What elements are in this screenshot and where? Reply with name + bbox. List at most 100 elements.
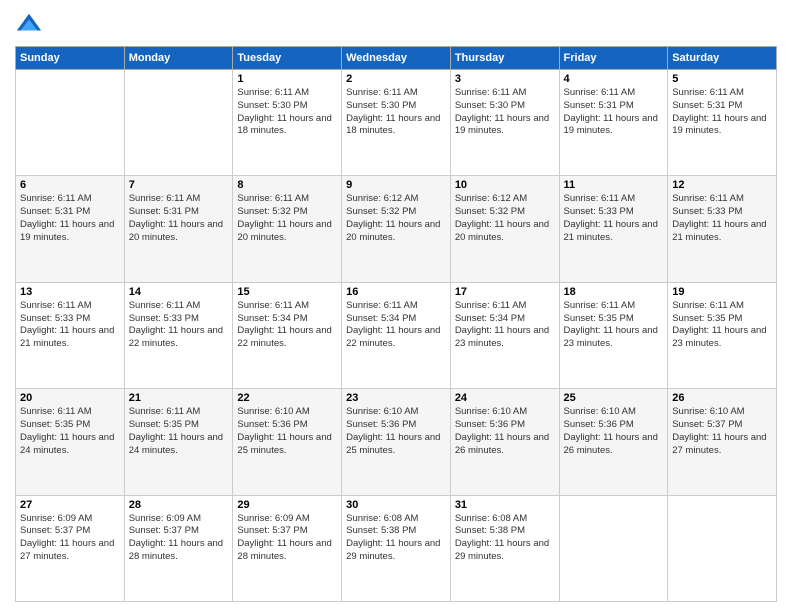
day-number: 3 bbox=[455, 73, 555, 85]
day-info: Sunrise: 6:11 AM Sunset: 5:30 PM Dayligh… bbox=[346, 87, 446, 138]
day-cell: 18 Sunrise: 6:11 AM Sunset: 5:35 PM Dayl… bbox=[559, 282, 668, 388]
day-info: Sunrise: 6:08 AM Sunset: 5:38 PM Dayligh… bbox=[455, 513, 555, 564]
sunset-text: Sunset: 5:32 PM bbox=[237, 206, 307, 217]
day-number: 1 bbox=[237, 73, 337, 85]
sunset-text: Sunset: 5:30 PM bbox=[237, 100, 307, 111]
sunset-text: Sunset: 5:38 PM bbox=[455, 525, 525, 536]
day-info: Sunrise: 6:11 AM Sunset: 5:34 PM Dayligh… bbox=[237, 300, 337, 351]
daylight-text: Daylight: 11 hours and 29 minutes. bbox=[346, 538, 440, 562]
sunrise-text: Sunrise: 6:11 AM bbox=[672, 300, 744, 311]
sunrise-text: Sunrise: 6:11 AM bbox=[564, 300, 636, 311]
day-number: 24 bbox=[455, 392, 555, 404]
day-cell: 14 Sunrise: 6:11 AM Sunset: 5:33 PM Dayl… bbox=[124, 282, 233, 388]
day-info: Sunrise: 6:11 AM Sunset: 5:31 PM Dayligh… bbox=[564, 87, 664, 138]
sunset-text: Sunset: 5:31 PM bbox=[129, 206, 199, 217]
sunrise-text: Sunrise: 6:08 AM bbox=[455, 513, 527, 524]
sunset-text: Sunset: 5:38 PM bbox=[346, 525, 416, 536]
daylight-text: Daylight: 11 hours and 22 minutes. bbox=[237, 325, 331, 349]
day-cell: 3 Sunrise: 6:11 AM Sunset: 5:30 PM Dayli… bbox=[450, 70, 559, 176]
daylight-text: Daylight: 11 hours and 20 minutes. bbox=[237, 219, 331, 243]
day-number: 26 bbox=[672, 392, 772, 404]
sunset-text: Sunset: 5:31 PM bbox=[564, 100, 634, 111]
sunrise-text: Sunrise: 6:11 AM bbox=[455, 87, 527, 98]
day-info: Sunrise: 6:12 AM Sunset: 5:32 PM Dayligh… bbox=[346, 193, 446, 244]
daylight-text: Daylight: 11 hours and 26 minutes. bbox=[564, 432, 658, 456]
day-cell: 28 Sunrise: 6:09 AM Sunset: 5:37 PM Dayl… bbox=[124, 495, 233, 601]
logo bbox=[15, 10, 45, 38]
day-number: 28 bbox=[129, 499, 229, 511]
page: SundayMondayTuesdayWednesdayThursdayFrid… bbox=[0, 0, 792, 612]
daylight-text: Daylight: 11 hours and 28 minutes. bbox=[237, 538, 331, 562]
daylight-text: Daylight: 11 hours and 19 minutes. bbox=[20, 219, 114, 243]
daylight-text: Daylight: 11 hours and 27 minutes. bbox=[20, 538, 114, 562]
day-number: 22 bbox=[237, 392, 337, 404]
day-info: Sunrise: 6:09 AM Sunset: 5:37 PM Dayligh… bbox=[237, 513, 337, 564]
sunset-text: Sunset: 5:35 PM bbox=[672, 313, 742, 324]
sunrise-text: Sunrise: 6:11 AM bbox=[20, 300, 92, 311]
day-cell bbox=[559, 495, 668, 601]
day-number: 23 bbox=[346, 392, 446, 404]
sunrise-text: Sunrise: 6:10 AM bbox=[564, 406, 636, 417]
sunrise-text: Sunrise: 6:11 AM bbox=[346, 300, 418, 311]
sunset-text: Sunset: 5:37 PM bbox=[129, 525, 199, 536]
day-cell bbox=[668, 495, 777, 601]
sunrise-text: Sunrise: 6:11 AM bbox=[564, 193, 636, 204]
sunset-text: Sunset: 5:30 PM bbox=[455, 100, 525, 111]
sunrise-text: Sunrise: 6:09 AM bbox=[20, 513, 92, 524]
day-number: 7 bbox=[129, 179, 229, 191]
sunset-text: Sunset: 5:34 PM bbox=[346, 313, 416, 324]
day-cell: 1 Sunrise: 6:11 AM Sunset: 5:30 PM Dayli… bbox=[233, 70, 342, 176]
sunrise-text: Sunrise: 6:12 AM bbox=[346, 193, 418, 204]
sunrise-text: Sunrise: 6:11 AM bbox=[20, 406, 92, 417]
sunset-text: Sunset: 5:36 PM bbox=[455, 419, 525, 430]
daylight-text: Daylight: 11 hours and 21 minutes. bbox=[672, 219, 766, 243]
daylight-text: Daylight: 11 hours and 18 minutes. bbox=[346, 113, 440, 137]
day-info: Sunrise: 6:11 AM Sunset: 5:35 PM Dayligh… bbox=[129, 406, 229, 457]
weekday-monday: Monday bbox=[124, 47, 233, 70]
daylight-text: Daylight: 11 hours and 21 minutes. bbox=[20, 325, 114, 349]
day-number: 25 bbox=[564, 392, 664, 404]
sunset-text: Sunset: 5:37 PM bbox=[672, 419, 742, 430]
week-row-1: 1 Sunrise: 6:11 AM Sunset: 5:30 PM Dayli… bbox=[16, 70, 777, 176]
day-info: Sunrise: 6:11 AM Sunset: 5:35 PM Dayligh… bbox=[20, 406, 120, 457]
day-number: 11 bbox=[564, 179, 664, 191]
sunrise-text: Sunrise: 6:12 AM bbox=[455, 193, 527, 204]
sunset-text: Sunset: 5:33 PM bbox=[20, 313, 90, 324]
sunset-text: Sunset: 5:31 PM bbox=[672, 100, 742, 111]
day-number: 21 bbox=[129, 392, 229, 404]
day-number: 8 bbox=[237, 179, 337, 191]
daylight-text: Daylight: 11 hours and 27 minutes. bbox=[672, 432, 766, 456]
day-cell: 4 Sunrise: 6:11 AM Sunset: 5:31 PM Dayli… bbox=[559, 70, 668, 176]
day-cell: 27 Sunrise: 6:09 AM Sunset: 5:37 PM Dayl… bbox=[16, 495, 125, 601]
daylight-text: Daylight: 11 hours and 19 minutes. bbox=[672, 113, 766, 137]
day-cell: 30 Sunrise: 6:08 AM Sunset: 5:38 PM Dayl… bbox=[342, 495, 451, 601]
sunrise-text: Sunrise: 6:11 AM bbox=[129, 300, 201, 311]
sunrise-text: Sunrise: 6:11 AM bbox=[237, 193, 309, 204]
sunrise-text: Sunrise: 6:09 AM bbox=[237, 513, 309, 524]
daylight-text: Daylight: 11 hours and 26 minutes. bbox=[455, 432, 549, 456]
day-info: Sunrise: 6:11 AM Sunset: 5:33 PM Dayligh… bbox=[564, 193, 664, 244]
day-cell: 23 Sunrise: 6:10 AM Sunset: 5:36 PM Dayl… bbox=[342, 389, 451, 495]
week-row-4: 20 Sunrise: 6:11 AM Sunset: 5:35 PM Dayl… bbox=[16, 389, 777, 495]
daylight-text: Daylight: 11 hours and 22 minutes. bbox=[129, 325, 223, 349]
day-number: 27 bbox=[20, 499, 120, 511]
day-info: Sunrise: 6:10 AM Sunset: 5:37 PM Dayligh… bbox=[672, 406, 772, 457]
daylight-text: Daylight: 11 hours and 23 minutes. bbox=[672, 325, 766, 349]
sunset-text: Sunset: 5:35 PM bbox=[20, 419, 90, 430]
daylight-text: Daylight: 11 hours and 24 minutes. bbox=[129, 432, 223, 456]
day-info: Sunrise: 6:11 AM Sunset: 5:34 PM Dayligh… bbox=[346, 300, 446, 351]
daylight-text: Daylight: 11 hours and 25 minutes. bbox=[237, 432, 331, 456]
daylight-text: Daylight: 11 hours and 21 minutes. bbox=[564, 219, 658, 243]
day-cell: 7 Sunrise: 6:11 AM Sunset: 5:31 PM Dayli… bbox=[124, 176, 233, 282]
day-number: 29 bbox=[237, 499, 337, 511]
day-info: Sunrise: 6:11 AM Sunset: 5:33 PM Dayligh… bbox=[672, 193, 772, 244]
day-info: Sunrise: 6:12 AM Sunset: 5:32 PM Dayligh… bbox=[455, 193, 555, 244]
day-info: Sunrise: 6:11 AM Sunset: 5:31 PM Dayligh… bbox=[129, 193, 229, 244]
week-row-2: 6 Sunrise: 6:11 AM Sunset: 5:31 PM Dayli… bbox=[16, 176, 777, 282]
day-info: Sunrise: 6:08 AM Sunset: 5:38 PM Dayligh… bbox=[346, 513, 446, 564]
day-info: Sunrise: 6:11 AM Sunset: 5:35 PM Dayligh… bbox=[564, 300, 664, 351]
sunrise-text: Sunrise: 6:11 AM bbox=[237, 300, 309, 311]
day-number: 20 bbox=[20, 392, 120, 404]
daylight-text: Daylight: 11 hours and 19 minutes. bbox=[455, 113, 549, 137]
sunset-text: Sunset: 5:34 PM bbox=[237, 313, 307, 324]
